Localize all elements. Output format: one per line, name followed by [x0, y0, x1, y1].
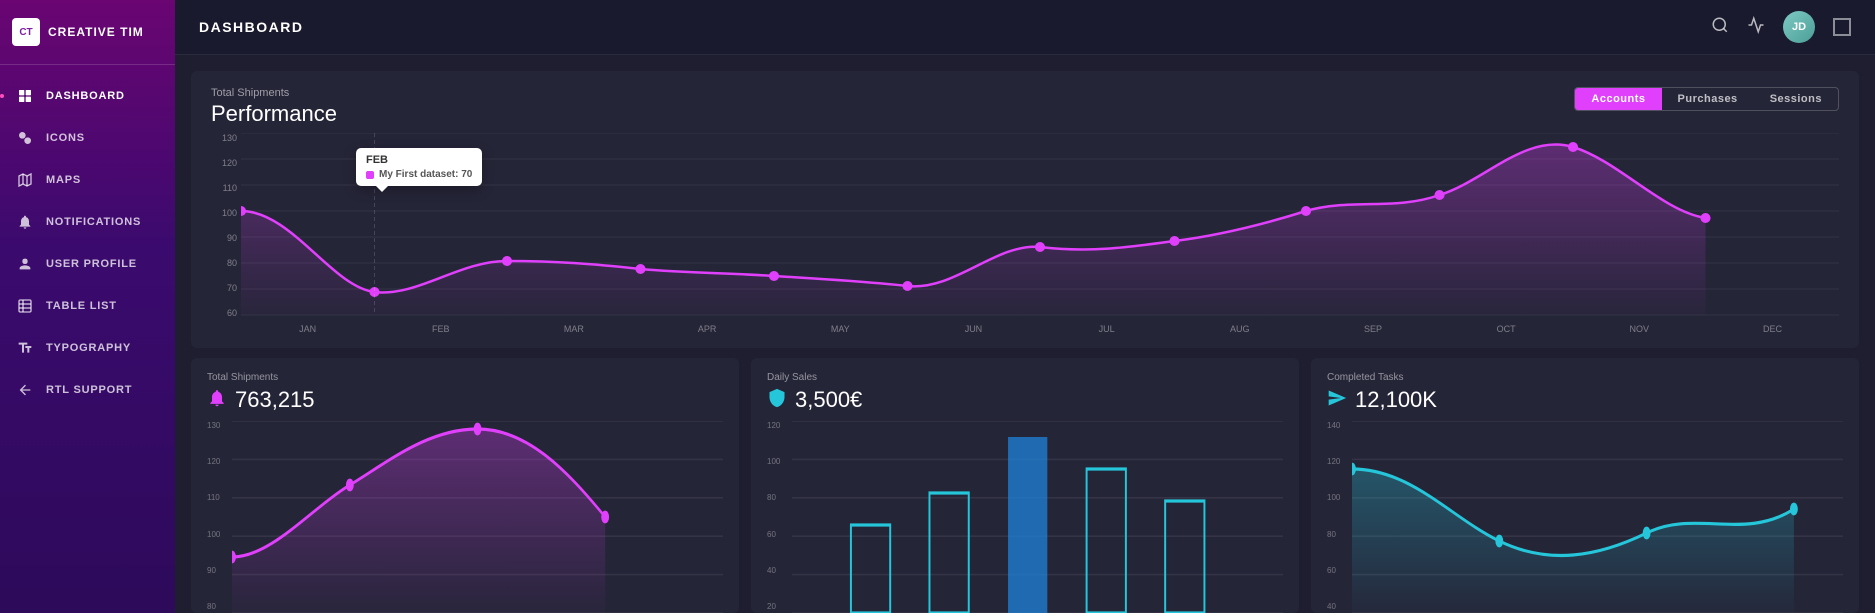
- card-value-row-0: 763,215: [207, 387, 723, 413]
- sidebar-item-icons[interactable]: ICONS: [0, 117, 175, 159]
- card-total-shipments: Total Shipments 763,215 130 120 110 100 …: [191, 358, 739, 613]
- card-completed-tasks: Completed Tasks 12,100K 140 120 100 80 6…: [1311, 358, 1859, 613]
- mini-y-labels-0: 130 120 110 100 90 80: [207, 421, 232, 613]
- tab-sessions[interactable]: Sessions: [1754, 88, 1838, 110]
- sidebar-label-dashboard: DASHBOARD: [46, 90, 125, 102]
- card-daily-sales: Daily Sales 3,500€ 120 100 80 60 40 20: [751, 358, 1299, 613]
- main-content: DASHBOARD JD Total Shipments Performance: [175, 0, 1875, 613]
- sidebar-item-rtl-support[interactable]: RTL SUPPORT: [0, 369, 175, 411]
- content-area: Total Shipments Performance Accounts Pur…: [175, 55, 1875, 613]
- mini-chart-2: 140 120 100 80 60 40: [1327, 421, 1843, 613]
- tooltip-month: FEB: [366, 154, 472, 166]
- sidebar-label-maps: MAPS: [46, 174, 81, 186]
- sidebar-label-table-list: TABLE LIST: [46, 300, 117, 312]
- mini-y-labels-2: 140 120 100 80 60 40: [1327, 421, 1352, 613]
- tooltip-value: My First dataset: 70: [366, 169, 472, 180]
- performance-chart: 130 120 110 100 90 80 70 60: [211, 133, 1839, 338]
- dashboard-icon: [14, 85, 36, 107]
- tab-accounts[interactable]: Accounts: [1575, 88, 1661, 110]
- performance-tabs: Accounts Purchases Sessions: [1574, 87, 1839, 111]
- send-icon: [1327, 388, 1347, 413]
- card-subtitle-2: Completed Tasks: [1327, 372, 1843, 383]
- typography-icon: [14, 337, 36, 359]
- chart-y-axis: 130 120 110 100 90 80 70 60: [211, 133, 241, 318]
- sidebar-label-user-profile: USER PROFILE: [46, 258, 137, 270]
- user-icon: [14, 253, 36, 275]
- mini-y-labels-1: 120 100 80 60 40 20: [767, 421, 792, 613]
- performance-title-area: Total Shipments Performance: [211, 87, 337, 127]
- sidebar-brand: CT CREATIVE TIM: [0, 0, 175, 65]
- tooltip-arrow: [376, 186, 388, 192]
- table-icon: [14, 295, 36, 317]
- brand-logo: CT: [12, 18, 40, 46]
- bell-icon: [207, 388, 227, 413]
- chart-x-axis: JAN FEB MAR APR MAY JUN JUL AUG SEP OCT …: [241, 320, 1839, 338]
- rtl-icon: [14, 379, 36, 401]
- sidebar-item-table-list[interactable]: TABLE LIST: [0, 285, 175, 327]
- notification-icon: [14, 211, 36, 233]
- sidebar-label-rtl-support: RTL SUPPORT: [46, 384, 132, 396]
- sidebar-label-typography: TYPOGRAPHY: [46, 342, 131, 354]
- sidebar-item-maps[interactable]: MAPS: [0, 159, 175, 201]
- mini-chart-1: 120 100 80 60 40 20: [767, 421, 1283, 613]
- card-value-0: 763,215: [235, 387, 315, 413]
- topbar: DASHBOARD JD: [175, 0, 1875, 55]
- sidebar-item-notifications[interactable]: NOTIFICATIONS: [0, 201, 175, 243]
- chart-tooltip: FEB My First dataset: 70: [356, 148, 482, 186]
- performance-header: Total Shipments Performance Accounts Pur…: [211, 87, 1839, 127]
- tooltip-dot: [366, 171, 374, 179]
- sidebar: CT CREATIVE TIM DASHBOARD ICONS MAPS: [0, 0, 175, 613]
- activity-icon[interactable]: [1747, 16, 1765, 39]
- performance-section: Total Shipments Performance Accounts Pur…: [191, 71, 1859, 348]
- icons-icon: [14, 127, 36, 149]
- map-icon: [14, 169, 36, 191]
- card-value-row-1: 3,500€: [767, 387, 1283, 413]
- card-subtitle-0: Total Shipments: [207, 372, 723, 383]
- sidebar-item-dashboard[interactable]: DASHBOARD: [0, 75, 175, 117]
- performance-subtitle: Total Shipments: [211, 87, 337, 99]
- tab-purchases[interactable]: Purchases: [1662, 88, 1754, 110]
- card-subtitle-1: Daily Sales: [767, 372, 1283, 383]
- search-icon[interactable]: [1711, 16, 1729, 39]
- sidebar-label-icons: ICONS: [46, 132, 85, 144]
- sidebar-item-user-profile[interactable]: USER PROFILE: [0, 243, 175, 285]
- chart-svg-area: FEB My First dataset: 70: [241, 133, 1839, 318]
- avatar[interactable]: JD: [1783, 11, 1815, 43]
- sidebar-nav: DASHBOARD ICONS MAPS NOTIFICATIONS: [0, 65, 175, 613]
- sidebar-item-typography[interactable]: TYPOGRAPHY: [0, 327, 175, 369]
- mini-chart-area-1: [792, 421, 1283, 613]
- mini-chart-0: 130 120 110 100 90 80: [207, 421, 723, 613]
- card-value-1: 3,500€: [795, 387, 862, 413]
- mini-chart-area-2: [1352, 421, 1843, 613]
- performance-title: Performance: [211, 101, 337, 127]
- card-value-2: 12,100K: [1355, 387, 1437, 413]
- page-title: DASHBOARD: [199, 19, 304, 35]
- cards-row: Total Shipments 763,215 130 120 110 100 …: [191, 358, 1859, 613]
- sidebar-label-notifications: NOTIFICATIONS: [46, 216, 141, 228]
- topbar-actions: JD: [1711, 11, 1851, 43]
- fullscreen-icon[interactable]: [1833, 18, 1851, 36]
- shield-icon: [767, 388, 787, 413]
- brand-name: CREATIVE TIM: [48, 25, 144, 39]
- card-value-row-2: 12,100K: [1327, 387, 1843, 413]
- mini-chart-area-0: [232, 421, 723, 613]
